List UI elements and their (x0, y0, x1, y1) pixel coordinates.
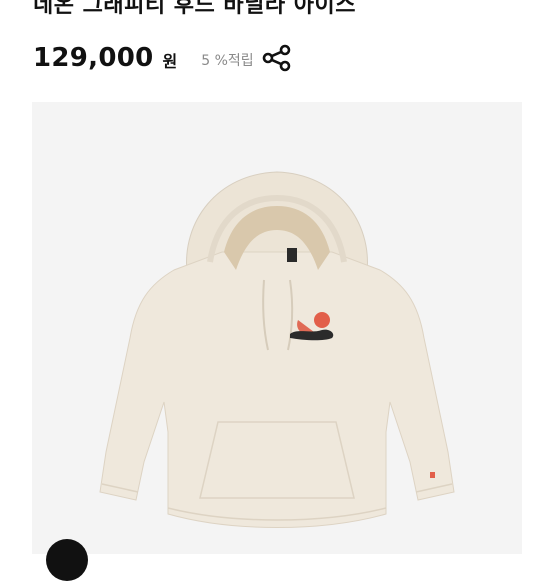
share-icon (262, 44, 291, 72)
product-image[interactable] (32, 102, 522, 554)
product-title: 네온 그래피티 후드 바닐라 아이스 (33, 0, 356, 18)
price-currency: 원 (162, 52, 178, 71)
hoodie-illustration (99, 171, 455, 528)
points-rate: 5 %적립 (201, 52, 254, 69)
price-row: 129,000 원 5 %적립 (33, 40, 254, 76)
floating-circle-button[interactable] (46, 539, 88, 581)
share-button[interactable] (259, 42, 293, 74)
price-amount: 129,000 (33, 43, 154, 73)
